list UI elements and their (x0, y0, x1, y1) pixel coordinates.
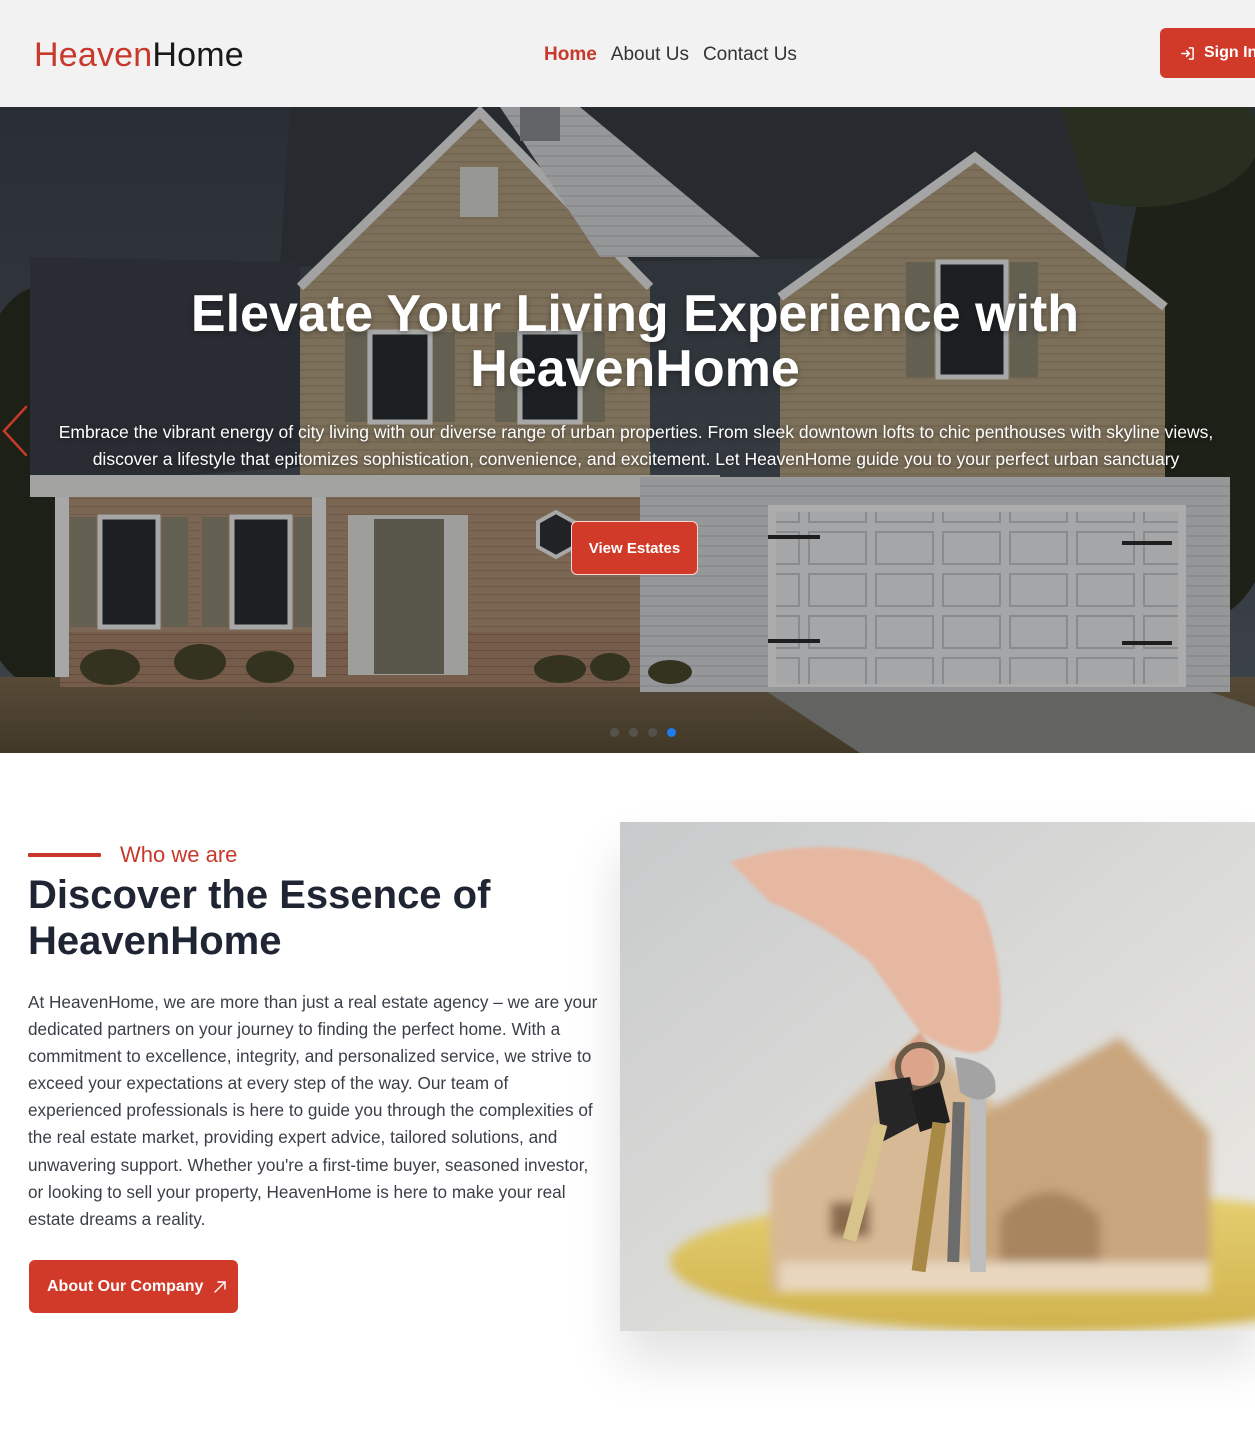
nav-link-about-us[interactable]: About Us (611, 43, 689, 67)
brand-logo-part2: Home (152, 36, 244, 74)
carousel-dot-2[interactable] (629, 728, 638, 737)
brand-logo[interactable]: HeavenHome (34, 34, 244, 76)
sign-in-label: Sign In (1204, 44, 1255, 61)
nav-link-contact-us[interactable]: Contact Us (703, 43, 797, 67)
view-estates-button[interactable]: View Estates (571, 521, 698, 575)
carousel-dot-1[interactable] (610, 728, 619, 737)
hero-title: Elevate Your Living Experience with Heav… (190, 285, 1080, 398)
main-nav: Home About Us Contact Us (544, 43, 797, 67)
carousel-prev-button[interactable] (0, 403, 30, 459)
nav-link-home[interactable]: Home (544, 43, 597, 67)
eyebrow-line (28, 853, 101, 857)
hero-subtitle: Embrace the vibrant energy of city livin… (58, 422, 1214, 469)
sign-in-button[interactable]: Sign In (1160, 28, 1255, 78)
about-eyebrow: Who we are (28, 842, 237, 868)
hero-carousel: Elevate Your Living Experience with Heav… (0, 107, 1255, 753)
navbar: HeavenHome Home About Us Contact Us Sign… (0, 0, 1255, 107)
about-company-label: About Our Company (47, 1277, 204, 1295)
chevron-left-icon (2, 405, 28, 457)
carousel-indicators (610, 728, 676, 737)
keys-house-image (620, 822, 1255, 1331)
carousel-dot-3[interactable] (648, 728, 657, 737)
arrow-up-right-icon (214, 1280, 227, 1293)
carousel-dot-4[interactable] (667, 728, 676, 737)
brand-logo-part1: Heaven (34, 36, 153, 74)
sign-in-icon (1181, 46, 1194, 60)
about-text: At HeavenHome, we are more than just a r… (28, 992, 598, 1229)
about-eyebrow-text: Who we are (120, 842, 238, 867)
about-company-button[interactable]: About Our Company (29, 1260, 238, 1313)
about-title: Discover the Essence of HeavenHome (28, 873, 491, 963)
